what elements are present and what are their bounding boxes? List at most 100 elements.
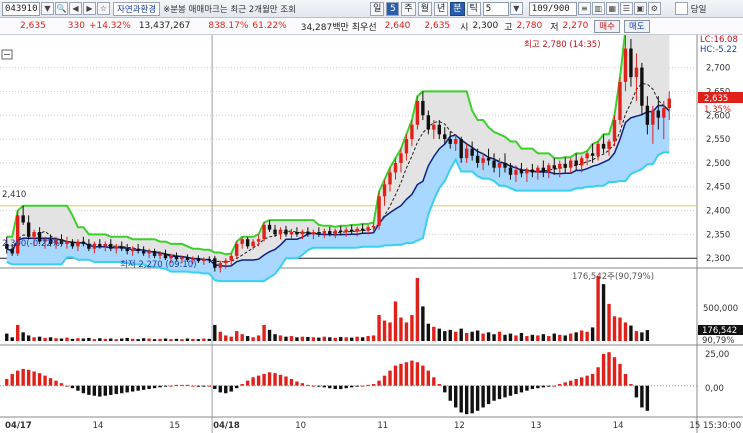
next-icon[interactable]: ▶ (83, 2, 96, 15)
count-input[interactable]: 109/900 (528, 1, 577, 16)
macd-bar (37, 373, 42, 386)
period-day[interactable]: 일 (370, 1, 385, 16)
candle-body (251, 241, 255, 247)
candle-body (503, 162, 507, 168)
candle-body (256, 239, 261, 242)
sell-button[interactable]: 매도 (623, 19, 650, 33)
macd-bar (629, 384, 633, 386)
macd-bar (590, 373, 595, 386)
candle-body (377, 196, 381, 226)
volume-bar (349, 337, 354, 341)
volume-value: 13,437,267 (138, 21, 191, 31)
period-week[interactable]: 주 (401, 1, 416, 16)
save-icon[interactable]: ▣ (633, 2, 647, 15)
table-icon[interactable]: ▦ (605, 2, 619, 15)
search-icon[interactable]: 🔍 (55, 2, 68, 15)
macd-bar (81, 385, 86, 394)
volume-bar (278, 335, 283, 341)
candle-body (508, 167, 513, 175)
candle-body (459, 139, 463, 159)
chart-toolbar: 043910 ▼ 🔍 ◀ ▶ ☆ 자연과환경 ※분봉 매매마크는 최근 2개월만… (0, 0, 743, 18)
macd-bar (328, 385, 332, 389)
buy-button[interactable]: 매수 (594, 19, 620, 33)
interval-dropdown-icon[interactable]: ▼ (509, 2, 523, 15)
candle-body (267, 224, 272, 230)
interval-select[interactable]: 5 (482, 1, 509, 16)
macd-bar (399, 363, 403, 386)
macd-bar (618, 363, 622, 386)
settings-gear-icon[interactable]: ⚙ (647, 2, 661, 15)
candle-body (158, 253, 162, 256)
volume-bar (229, 336, 233, 341)
sameday-checkbox[interactable] (674, 2, 688, 15)
volume-bar (59, 338, 64, 341)
volume-bar (5, 333, 9, 341)
macd-bar (563, 382, 567, 386)
volume-bar (152, 339, 157, 341)
volume-bar (163, 338, 168, 341)
candle-body (651, 110, 655, 125)
stock-chart[interactable]: 2,7002,6502,6002,5502,5002,4502,4002,350… (0, 35, 743, 433)
lc-label: LC:16.08 (700, 35, 738, 45)
volume-bar (399, 317, 403, 341)
volume-bar (54, 338, 58, 341)
candle-body (333, 230, 337, 235)
volume-bar (202, 338, 206, 341)
candle-body (415, 100, 420, 125)
lookup-icon[interactable]: ≡ (577, 2, 591, 15)
price-change: 330 (67, 21, 85, 31)
candle-body (109, 243, 113, 249)
macd-bar (355, 385, 359, 387)
macd-bar (311, 385, 316, 387)
macd-bar (114, 385, 118, 395)
bar-chart-icon[interactable]: ▥ (591, 2, 605, 15)
candle-body (558, 163, 562, 169)
candle-body (262, 224, 266, 240)
period-tick[interactable]: 틱 (466, 1, 481, 16)
volume-bar (141, 338, 146, 341)
time-tick-label: 04/18 (213, 421, 240, 431)
macd-bar (169, 385, 173, 387)
macd-bar (213, 385, 217, 390)
macd-bar (349, 385, 354, 388)
macd-bar (645, 385, 650, 411)
volume-bar (284, 336, 288, 341)
macd-bar (601, 353, 606, 386)
macd-bar (464, 385, 469, 415)
period-5day[interactable]: 5 (386, 1, 400, 16)
macd-bar (147, 385, 151, 390)
candle-body (311, 232, 316, 235)
volume-bar (130, 338, 135, 341)
period-year[interactable]: 년 (433, 1, 449, 16)
macd-bar (120, 385, 124, 394)
stock-code-input[interactable]: 043910 (2, 1, 40, 16)
macd-bar (552, 385, 556, 387)
list-icon[interactable]: ☰ (619, 2, 633, 15)
volume-bar (109, 338, 113, 341)
candle-body (612, 120, 617, 142)
macd-bar (607, 352, 611, 386)
stock-name[interactable]: 자연과환경 (113, 1, 161, 16)
volume-bar (629, 325, 633, 341)
dropdown-arrow-icon[interactable]: ▼ (41, 2, 54, 15)
macd-bar (558, 384, 562, 386)
macd-bar (410, 360, 414, 386)
period-month[interactable]: 월 (417, 1, 432, 16)
volume-bar (486, 332, 491, 341)
low-price: 2,270 (562, 21, 589, 31)
volume-bar (213, 324, 217, 341)
volume-bar (180, 339, 184, 341)
macd-bar (48, 378, 53, 386)
candle-body (579, 158, 584, 166)
favorite-icon[interactable]: ☆ (97, 2, 110, 15)
candle-body (152, 251, 157, 256)
volume-bar (514, 335, 518, 341)
quote-bar: 2,635 330 +14.32% 13,437,267 838.17% 61.… (0, 18, 743, 35)
macd-bar (98, 385, 102, 397)
period-minute[interactable]: 분 (450, 1, 465, 16)
candle-body (240, 239, 244, 244)
volume-bar (103, 338, 107, 341)
prev-icon[interactable]: ◀ (69, 2, 82, 15)
volume-bar (240, 334, 244, 341)
macd-bar (514, 385, 518, 395)
